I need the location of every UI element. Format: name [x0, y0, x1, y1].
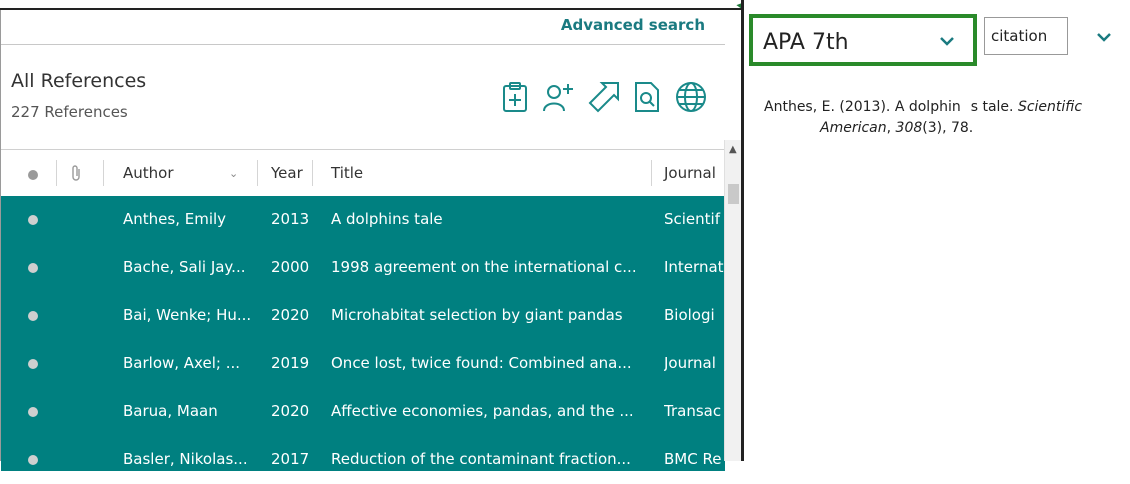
preview-journal: Scientific [1017, 99, 1083, 115]
cell-year: 2000 [271, 258, 310, 276]
table-row[interactable]: Anthes, Emily 2013 A dolphins tale Scien… [1, 196, 725, 244]
globe-icon[interactable] [674, 79, 708, 115]
cell-title: Affective economies, pandas, and the ... [331, 402, 634, 420]
citation-style-value: APA 7th [763, 30, 849, 55]
cell-author: Basler, Nikolas... [123, 450, 248, 468]
column-title[interactable]: Title [331, 164, 363, 182]
cell-author: Barlow, Axel; ... [123, 354, 240, 372]
cell-year: 2017 [271, 450, 310, 468]
reference-list: Anthes, Emily 2013 A dolphins tale Scien… [1, 196, 725, 471]
sort-chevron-icon[interactable]: ⌄ [229, 167, 238, 180]
column-journal[interactable]: Journal [664, 164, 716, 182]
table-row[interactable]: Bache, Sali Jay... 2000 1998 agreement o… [1, 244, 725, 292]
read-status-dot [28, 407, 38, 417]
read-status-dot [28, 263, 38, 273]
preview-journal: American [820, 120, 887, 136]
cell-title: Reduction of the contaminant fraction... [331, 450, 631, 468]
table-row[interactable]: Barua, Maan 2020 Affective economies, pa… [1, 388, 725, 436]
citation-style-dropdown[interactable]: APA 7th [749, 14, 977, 66]
column-separator [312, 160, 313, 186]
read-status-dot [28, 311, 38, 321]
table-row[interactable]: Basler, Nikolas... 2017 Reduction of the… [1, 436, 725, 484]
cell-journal: Scientif [664, 210, 721, 228]
table-header: Author ⌄ Year Title Journal [1, 150, 725, 196]
scroll-thumb[interactable] [728, 184, 739, 204]
column-separator [651, 160, 652, 186]
read-status-dot [28, 359, 38, 369]
cell-title: Microhabitat selection by giant pandas [331, 306, 623, 324]
citation-preview: Anthes, E. (2013). A dolphin s tale. Scie… [764, 99, 1083, 136]
cell-title: Once lost, twice found: Combined ana... [331, 354, 632, 372]
attachment-column-icon[interactable] [69, 164, 83, 186]
cell-author: Anthes, Emily [123, 210, 227, 228]
cell-author: Bai, Wenke; Hu... [123, 306, 252, 324]
read-status-dot [28, 455, 38, 465]
column-separator [257, 160, 258, 186]
cell-author: Barua, Maan [123, 402, 218, 420]
cell-journal: Internat [664, 258, 724, 276]
column-separator [56, 160, 57, 186]
cell-title: 1998 agreement on the international c... [331, 258, 637, 276]
cell-year: 2019 [271, 354, 310, 372]
clipboard-plus-icon[interactable] [498, 79, 532, 115]
toolbar [498, 79, 708, 115]
cell-journal: BMC Re [664, 450, 722, 468]
preview-issue-pages: (3), 78. [922, 120, 974, 136]
preview-volume: 308 [895, 120, 923, 136]
table-row[interactable]: Bai, Wenke; Hu... 2020 Microhabitat sele… [1, 292, 725, 340]
scroll-up-icon[interactable]: ▲ [729, 144, 737, 155]
read-status-column-icon[interactable] [28, 170, 38, 180]
doc-search-icon[interactable] [630, 79, 664, 115]
library-title: All References [11, 70, 147, 92]
cell-year: 2020 [271, 402, 310, 420]
cell-year: 2020 [271, 306, 310, 324]
column-author[interactable]: Author [123, 164, 174, 182]
citation-panel: APA 7th citation Anthes, E. (2013). A do… [744, 0, 1130, 461]
citation-mode-select[interactable]: citation [984, 17, 1068, 55]
cell-author: Bache, Sali Jay... [123, 258, 246, 276]
cell-journal: Transac [664, 402, 722, 420]
column-separator [103, 160, 104, 186]
cell-journal: Biologi [664, 306, 715, 324]
cell-year: 2013 [271, 210, 310, 228]
read-status-dot [28, 215, 38, 225]
advanced-search-link[interactable]: Advanced search [561, 16, 705, 34]
chevron-down-icon [939, 32, 955, 51]
add-person-icon[interactable] [542, 79, 576, 115]
column-year[interactable]: Year [271, 164, 303, 182]
table-row[interactable]: Barlow, Axel; ... 2019 Once lost, twice … [1, 340, 725, 388]
cell-journal: Journal [664, 354, 716, 372]
preview-text: s tale. [970, 99, 1014, 115]
share-arrow-icon[interactable] [586, 79, 620, 115]
citation-mode-value: citation [991, 27, 1048, 45]
divider [1, 44, 725, 45]
chevron-down-icon[interactable] [1096, 28, 1112, 47]
references-panel: Advanced search All References 227 Refer… [0, 10, 725, 471]
reference-count: 227 References [11, 103, 128, 121]
vertical-scrollbar[interactable]: ▲ [724, 140, 742, 461]
cell-title: A dolphins tale [331, 210, 443, 228]
preview-text: Anthes, E. (2013). A dolphin [764, 99, 961, 115]
